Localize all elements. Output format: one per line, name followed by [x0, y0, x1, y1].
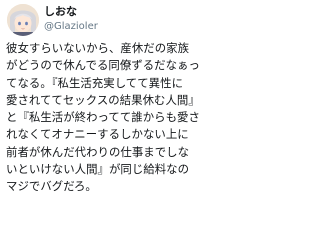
anime-avatar-icon: [7, 4, 39, 36]
user-handle[interactable]: @Glazioler: [44, 20, 98, 33]
tweet-text-line: 彼女すらいないから、産休だの家族: [6, 41, 190, 55]
tweet-header: しおな @Glazioler: [7, 4, 243, 38]
tweet-text-line: いといけない人間』が同じ給料なの: [6, 162, 190, 177]
tweet-text-line: マジでバグだろ。: [6, 179, 97, 194]
tweet-text: 彼女すらいないから、産休だの家族 がどうので休んでる同僚ずるだなぁっ てなる。『…: [6, 40, 248, 196]
tweet-text-line: れなくてオナニーするしかない上に: [6, 127, 189, 142]
tweet-text-line: 愛されててセックスの結果休む人間』: [6, 92, 200, 107]
display-name[interactable]: しおな: [44, 5, 77, 19]
tweet-text-line: てなる。『私生活充実してて異性に: [6, 75, 184, 90]
tweet-text-line: と『私生活が終わってて誰からも愛さ: [6, 110, 200, 125]
avatar[interactable]: [7, 4, 39, 36]
tweet-card: しおな @Glazioler 彼女すらいないから、産休だの家族 がどうので休んで…: [0, 0, 250, 241]
tweet-text-line: がどうので休んでる同僚ずるだなぁっ: [6, 58, 200, 73]
user-info: しおな @Glazioler: [44, 5, 234, 37]
tweet-text-line: 前者が休んだ代わりの仕事までしな: [6, 144, 190, 159]
